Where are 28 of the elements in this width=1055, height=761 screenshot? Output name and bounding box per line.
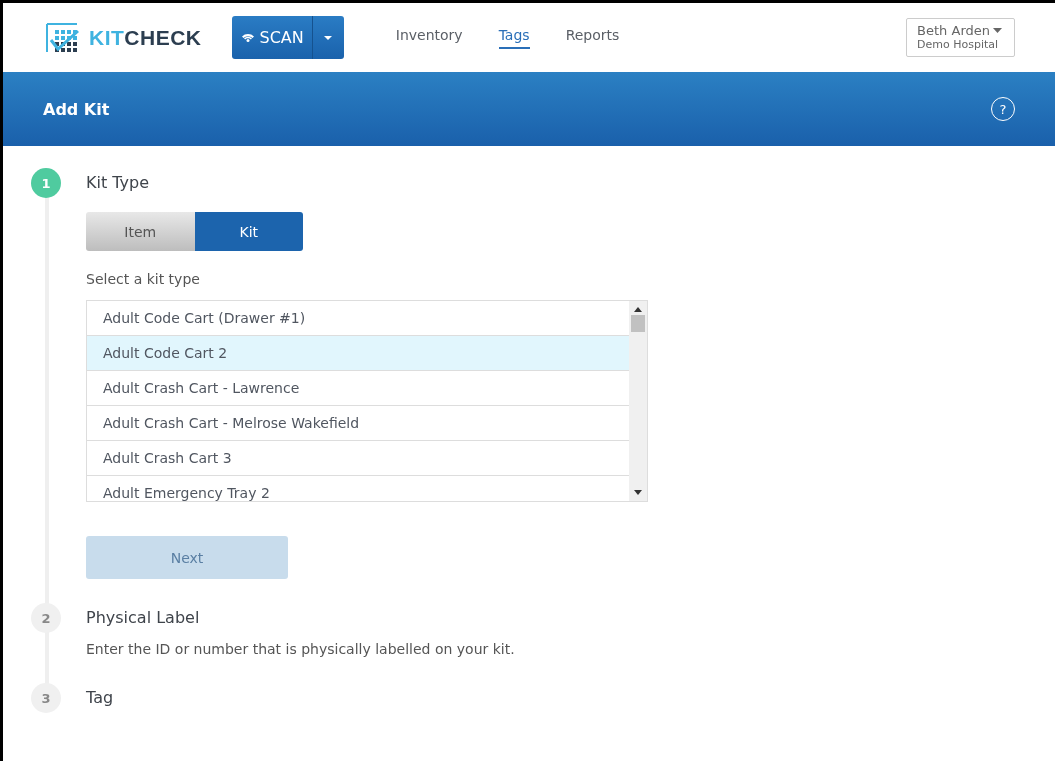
wifi-icon xyxy=(241,33,254,42)
list-label: Select a kit type xyxy=(86,271,201,287)
logo-text: KITCHECK xyxy=(89,25,202,50)
step-title: Kit Type xyxy=(86,172,151,194)
list-item[interactable]: Adult Code Cart 2 xyxy=(87,336,629,371)
caret-icon xyxy=(324,35,333,40)
organization-name: Demo Hospital xyxy=(917,38,1000,51)
type-toggle-button[interactable]: Item xyxy=(86,212,195,251)
scroll-up-icon[interactable] xyxy=(634,307,642,312)
step-title: Physical Label xyxy=(86,607,201,629)
step-number: 3 xyxy=(31,683,61,713)
step-title: Tag xyxy=(86,687,115,709)
scroll-thumb[interactable] xyxy=(631,315,645,332)
step-number: 2 xyxy=(31,603,61,633)
user-name: Beth Arden xyxy=(917,23,990,38)
scroll-down-icon[interactable] xyxy=(634,490,642,495)
page-title: Add Kit xyxy=(43,99,110,119)
step-number: 1 xyxy=(31,168,61,198)
logo-icon xyxy=(45,21,81,54)
nav-link[interactable]: Reports xyxy=(565,26,620,49)
scrollbar[interactable] xyxy=(629,301,647,501)
nav-link[interactable]: Inventory xyxy=(395,26,463,49)
kit-type-list[interactable]: Adult Code Cart (Drawer #1) Adult Code Cart 2 Adult Crash Cart - Lawrence Adult Crash Cart - Melrose Wakefield Adult Crash Cart 3 Adult Emergency Tray 2 xyxy=(86,300,648,502)
step-description: Enter the ID or number that is physically labelled on your kit. xyxy=(86,641,516,657)
caret-icon xyxy=(993,28,1002,33)
user-menu[interactable]: Beth Arden Demo Hospital xyxy=(906,18,1015,57)
nav-link[interactable]: Tags xyxy=(498,26,530,49)
type-toggle-button[interactable]: Kit xyxy=(194,212,303,251)
